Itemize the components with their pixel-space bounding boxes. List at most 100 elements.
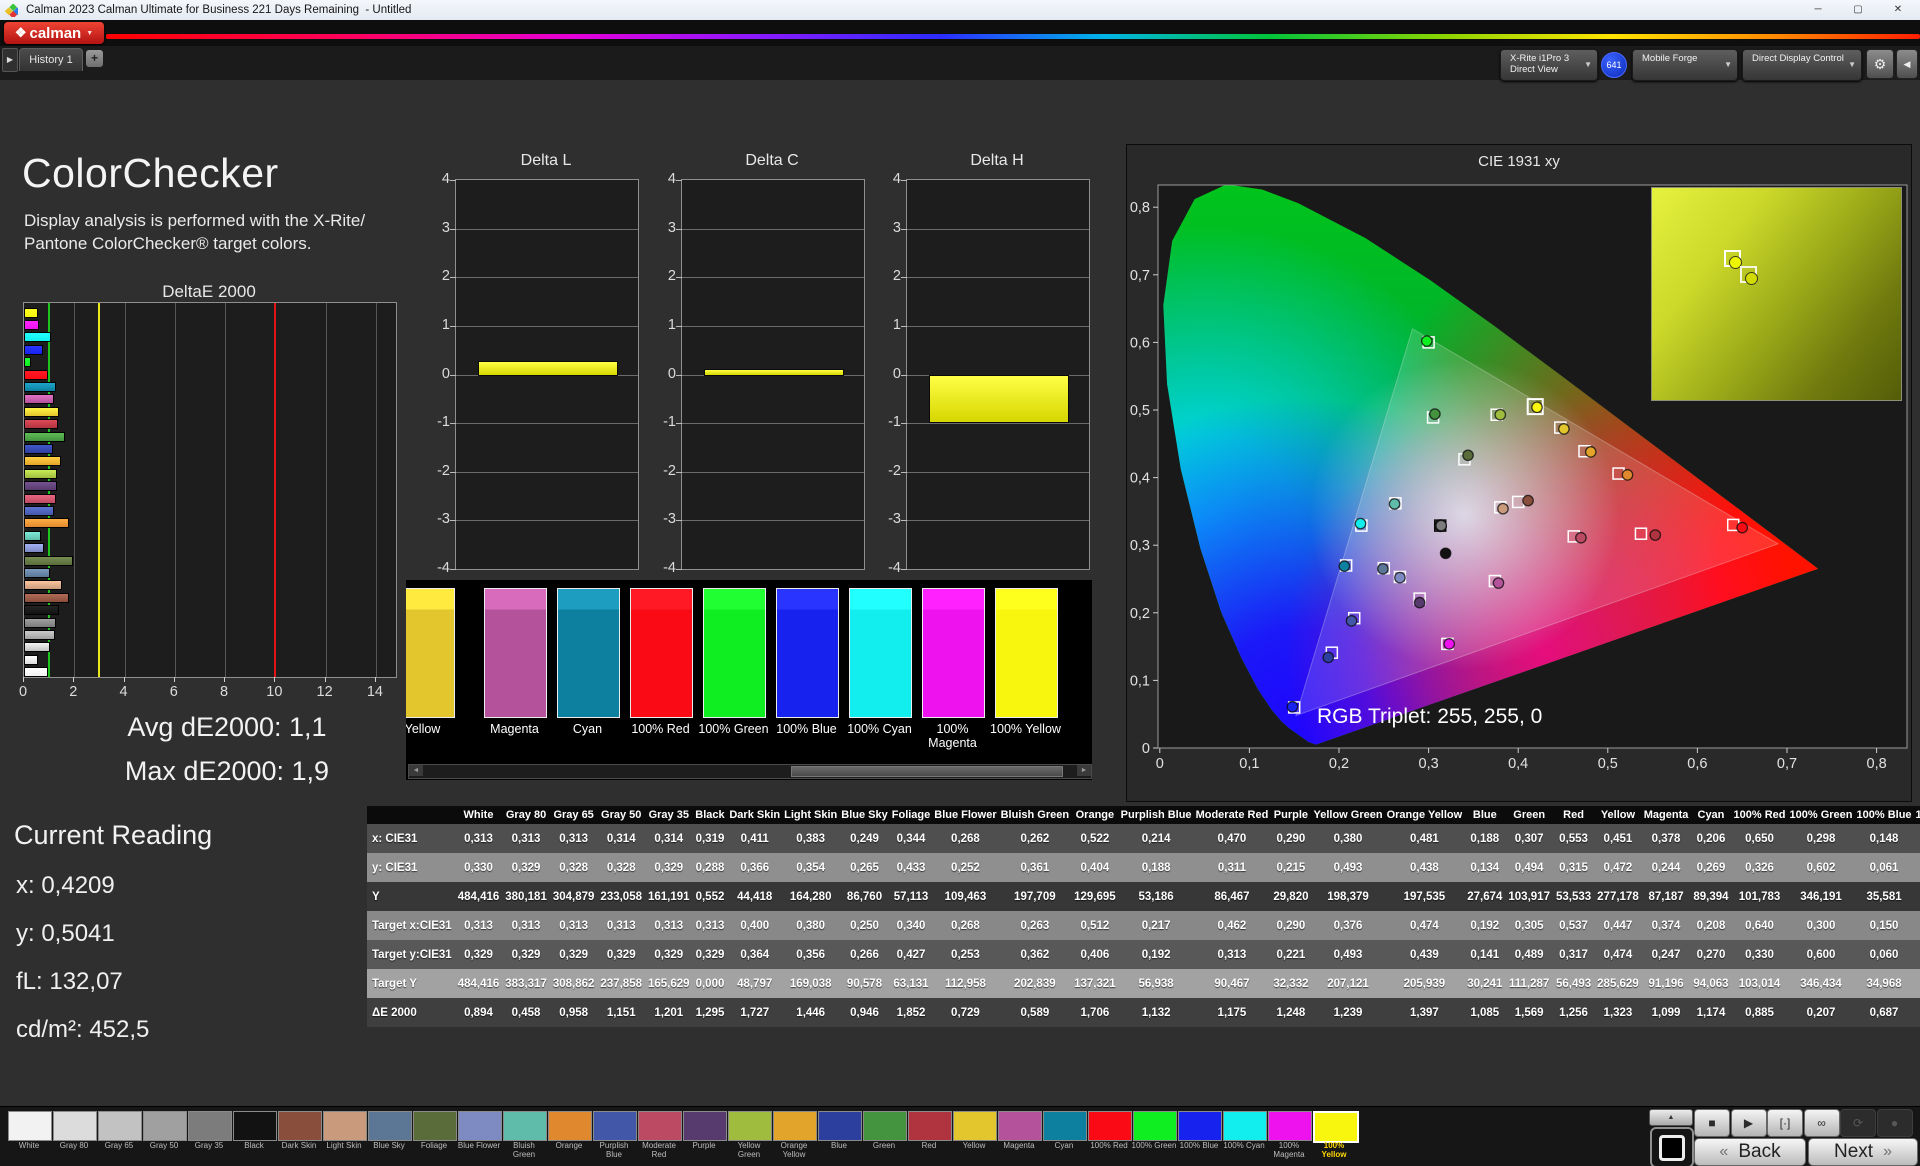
stop-button[interactable]: ■	[1694, 1109, 1730, 1137]
read-continuous-button[interactable]: ∞	[1803, 1109, 1840, 1137]
read-single-button[interactable]: [·]	[1767, 1109, 1803, 1137]
table-cell: 0,268	[951, 919, 980, 932]
table-cell: 56,938	[1138, 977, 1174, 990]
tab-history-1[interactable]: History 1	[19, 48, 83, 71]
axis-tick-label: 10	[266, 684, 283, 700]
patch-strip-scrollbar[interactable]: ◄ ►	[408, 764, 1092, 779]
toolbar-patch-100-blue[interactable]	[1178, 1111, 1222, 1141]
patch-swatch-100-blue[interactable]	[776, 588, 839, 718]
next-button-label: Next	[1834, 1141, 1874, 1162]
toolbar-patch-gray-50[interactable]	[143, 1111, 187, 1141]
display-control-dropdown[interactable]: Direct Display Control ▼	[1742, 49, 1862, 81]
delta-h-chart: 4 3 2 1 0 -1 -2 -3 -4	[888, 171, 1090, 576]
toolbar-patch-100-green[interactable]	[1133, 1111, 1177, 1141]
scrollbar-thumb[interactable]	[791, 766, 1063, 777]
add-tab-button[interactable]: +	[86, 50, 103, 67]
toolbar-patch-green[interactable]	[863, 1111, 907, 1141]
source-dropdown[interactable]: Mobile Forge ▼	[1632, 49, 1738, 81]
toolbar-patch-blue-flower[interactable]	[458, 1111, 502, 1141]
table-cell: 1,099	[1651, 1006, 1681, 1019]
table-col-header: Yellow Green	[1311, 806, 1385, 824]
patch-swatch-100-cyan[interactable]	[849, 588, 912, 718]
collapse-panel-button[interactable]: ◀	[1896, 49, 1918, 79]
patch-swatch-yellow[interactable]	[406, 588, 455, 718]
toolbar-patch-purple[interactable]	[683, 1111, 727, 1141]
patch-swatch-100-red[interactable]	[630, 588, 693, 718]
table-col-header: Gray 50	[597, 806, 645, 824]
patch-swatch-label: 100% Green	[698, 722, 769, 736]
svg-text:0,1: 0,1	[1239, 756, 1259, 772]
toolbar-patch-yellow[interactable]	[953, 1111, 997, 1141]
toolbar-patch-blue[interactable]	[818, 1111, 862, 1141]
toolbar-patch-blue-sky[interactable]	[368, 1111, 412, 1141]
minimize-icon[interactable]: ─	[1798, 0, 1838, 20]
toolbar-patch-orange-yellow[interactable]	[773, 1111, 817, 1141]
play-button[interactable]: ▶	[1730, 1109, 1767, 1137]
patch-swatch-100-green[interactable]	[703, 588, 766, 718]
toolbar-patch-gray-65[interactable]	[98, 1111, 142, 1141]
toolbar-patch-white[interactable]	[8, 1111, 52, 1141]
patch-swatch-magenta[interactable]	[484, 588, 547, 718]
toolbar-patch-purplish-blue[interactable]	[593, 1111, 637, 1141]
toolbar-patch-gray-35[interactable]	[188, 1111, 232, 1141]
table-cell: 0,221	[1276, 948, 1306, 961]
toolbar-patch-magenta[interactable]	[998, 1111, 1042, 1141]
axis-tick	[901, 374, 907, 376]
svg-text:0,2: 0,2	[1130, 606, 1150, 622]
meter-dropdown[interactable]: X-Rite i1Pro 3 Direct View ▼	[1500, 49, 1598, 81]
table-cell: 0,376	[1333, 919, 1363, 932]
reference-line	[274, 303, 277, 677]
meter-name: X-Rite i1Pro 3	[1510, 53, 1570, 64]
deltae-bar-gray-65	[24, 642, 51, 653]
tab-scroll-arrow[interactable]: ▶	[2, 48, 18, 72]
toolbar-patch-yellow-green[interactable]	[728, 1111, 772, 1141]
table-cell: 0,589	[1020, 1006, 1050, 1019]
y-tick-label: 2	[667, 268, 676, 285]
toolbar-patch-moderate-red[interactable]	[638, 1111, 682, 1141]
patch-swatch-cyan[interactable]	[557, 588, 620, 718]
gridline	[375, 303, 377, 677]
record-button: ●	[1876, 1109, 1913, 1137]
table-cell: 0,329	[606, 948, 636, 961]
deltae-bar-foliage	[24, 555, 73, 566]
settings-button[interactable]: ⚙	[1866, 49, 1894, 79]
patch-swatch-100-yellow[interactable]	[995, 588, 1058, 718]
svg-text:0: 0	[1156, 756, 1164, 772]
toolbar-patch-dark-skin[interactable]	[278, 1111, 322, 1141]
patch-panel-expand-button[interactable]: ▲	[1649, 1109, 1693, 1126]
toolbar-patch-100-red[interactable]	[1088, 1111, 1132, 1141]
next-button[interactable]: Next »	[1808, 1138, 1918, 1166]
toolbar-patch-light-skin[interactable]	[323, 1111, 367, 1141]
deltae-bar-white	[24, 667, 49, 678]
table-cell: 0,470	[1217, 832, 1247, 845]
toolbar-patch-cyan[interactable]	[1043, 1111, 1087, 1141]
toolbar-patch-100-magenta[interactable]	[1268, 1111, 1312, 1141]
table-cell: 0,427	[896, 948, 926, 961]
toolbar-patch-red[interactable]	[908, 1111, 952, 1141]
table-cell: 0,332	[1914, 853, 1920, 882]
table-cell: 0,214	[1141, 832, 1171, 845]
svg-text:0,1: 0,1	[1130, 673, 1150, 689]
calman-menu-button[interactable]: ❖ calman ▼	[4, 22, 104, 44]
deltae-chart-title: DeltaE 2000	[162, 282, 256, 301]
maximize-icon[interactable]: ▢	[1838, 0, 1878, 20]
table-cell: 383,317	[505, 977, 547, 990]
toolbar-patch-bluish-green[interactable]	[503, 1111, 547, 1141]
table-cell: 0,433	[896, 861, 926, 874]
delta-value-bar	[477, 361, 619, 377]
back-button[interactable]: « Back	[1694, 1138, 1806, 1166]
table-cell: 90,578	[846, 977, 883, 990]
toolbar-patch-orange[interactable]	[548, 1111, 592, 1141]
scroll-left-icon[interactable]: ◄	[409, 765, 423, 776]
toolbar-patch-foliage[interactable]	[413, 1111, 457, 1141]
toolbar-patch-black[interactable]	[233, 1111, 277, 1141]
toolbar-patch-100-cyan[interactable]	[1223, 1111, 1267, 1141]
toolbar-patch-100-yellow[interactable]	[1313, 1111, 1359, 1143]
close-icon[interactable]: ✕	[1878, 0, 1918, 20]
table-col-header: 100% Red	[1731, 806, 1788, 824]
brand-bar: ❖ calman ▼	[0, 20, 1920, 46]
patch-swatch-100-magenta[interactable]	[922, 588, 985, 718]
scroll-right-icon[interactable]: ►	[1077, 765, 1091, 776]
patch-window-button[interactable]	[1650, 1127, 1694, 1166]
toolbar-patch-gray-80[interactable]	[53, 1111, 97, 1141]
